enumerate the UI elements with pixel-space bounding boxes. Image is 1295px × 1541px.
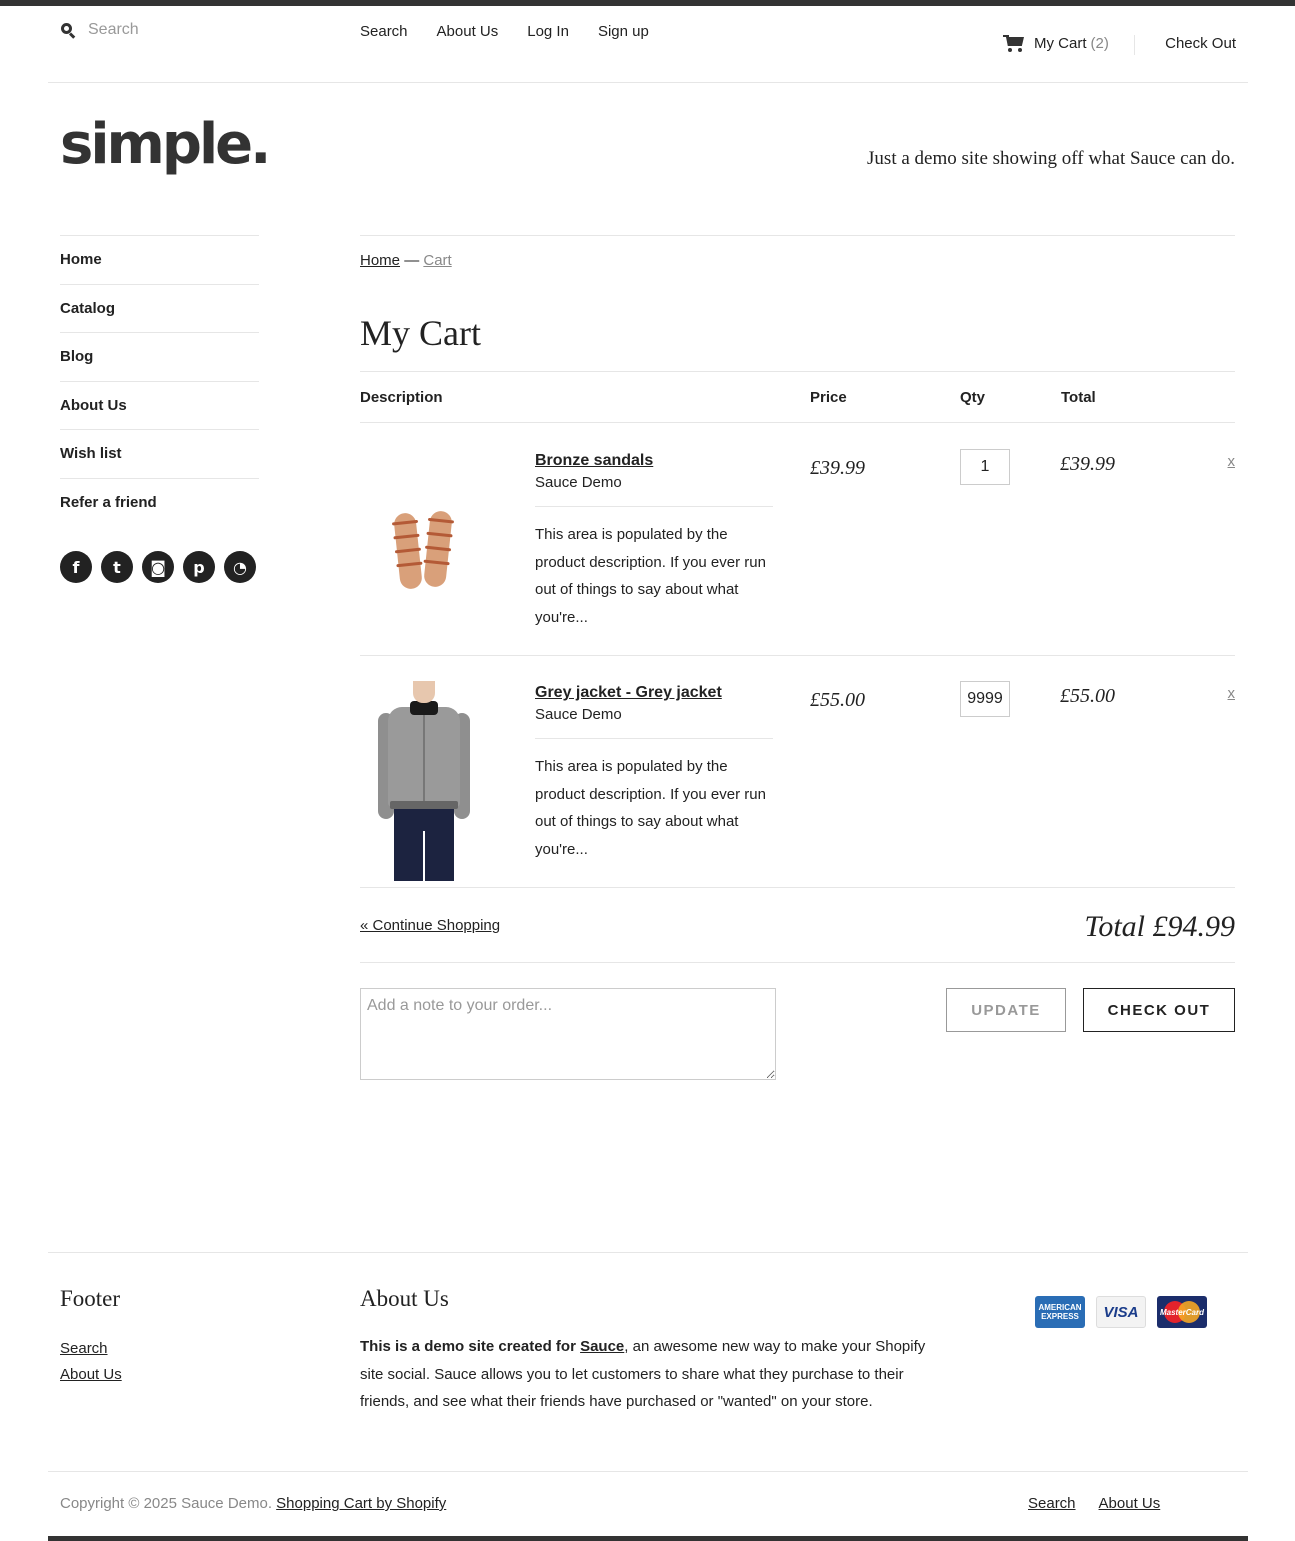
product-divider — [535, 506, 773, 507]
sidebar-item-catalog[interactable]: Catalog — [60, 283, 259, 333]
line-total: £55.00 — [1060, 685, 1115, 707]
copyright-text: Copyright © 2025 Sauce Demo. — [60, 1495, 272, 1512]
sidebar-item-wish-list[interactable]: Wish list — [60, 429, 259, 478]
cart-row: Grey jacket - Grey jacket Sauce Demo Thi… — [360, 656, 1235, 888]
product-description: This area is populated by the product de… — [535, 758, 766, 858]
bottom-links: Search About Us — [1028, 1495, 1160, 1512]
site-logo[interactable]: simple. — [60, 117, 271, 173]
copyright-divider — [48, 1471, 1248, 1472]
bottom-bar — [48, 1536, 1248, 1541]
breadcrumb: Home — Cart — [360, 252, 452, 269]
remove-item-button[interactable]: x — [1228, 685, 1236, 702]
site-tagline: Just a demo site showing off what Sauce … — [867, 148, 1235, 169]
sidebar-item-blog[interactable]: Blog — [60, 332, 259, 381]
mastercard-label: MasterCard — [1159, 1307, 1204, 1317]
top-nav-log-in[interactable]: Log In — [527, 23, 569, 40]
breadcrumb-current[interactable]: Cart — [423, 252, 451, 269]
pinterest-icon[interactable]: p — [183, 551, 215, 583]
copyright: Copyright © 2025 Sauce Demo. Shopping Ca… — [60, 1495, 446, 1512]
line-total: £39.99 — [1060, 453, 1115, 475]
sauce-link[interactable]: Sauce — [580, 1338, 624, 1355]
header-divider — [1134, 35, 1135, 55]
shopify-link[interactable]: Shopping Cart by Shopify — [276, 1495, 446, 1512]
product-description: This area is populated by the product de… — [535, 526, 766, 626]
facebook-icon[interactable]: f — [60, 551, 92, 583]
col-price: Price — [810, 389, 847, 406]
product-vendor: Sauce Demo — [535, 474, 622, 491]
product-image-jacket[interactable] — [360, 681, 485, 881]
mastercard-icon: MasterCard — [1157, 1296, 1207, 1328]
cart-icon — [1003, 35, 1025, 52]
visa-icon: VISA — [1096, 1296, 1146, 1328]
footer-divider — [48, 1252, 1248, 1253]
footer-link-search[interactable]: Search — [60, 1336, 122, 1362]
instagram-icon[interactable]: ◙ — [142, 551, 174, 583]
product-image-sandals[interactable] — [360, 449, 485, 649]
product-name-link[interactable]: Bronze sandals — [535, 452, 653, 470]
my-cart-label: My Cart — [1034, 35, 1087, 52]
social-links: f t ◙ p ◔ — [60, 551, 256, 583]
product-price: £55.00 — [810, 689, 865, 711]
breadcrumb-home[interactable]: Home — [360, 252, 400, 269]
cart-grand-total: Total £94.99 — [1084, 910, 1235, 943]
cart-count: (2) — [1090, 35, 1109, 52]
sidebar-item-about-us[interactable]: About Us — [60, 380, 259, 430]
search-icon[interactable] — [60, 22, 76, 39]
col-total: Total — [1061, 389, 1096, 406]
top-nav-sign-up[interactable]: Sign up — [598, 23, 649, 40]
footer-link-about-us[interactable]: About Us — [60, 1362, 122, 1388]
site-header: Search About Us Log In Sign up My Cart (… — [48, 6, 1248, 83]
checkout-link[interactable]: Check Out — [1165, 35, 1236, 52]
sidebar-item-refer-a-friend[interactable]: Refer a friend — [60, 477, 259, 527]
breadcrumb-separator: — — [404, 252, 420, 269]
col-description: Description — [360, 389, 443, 406]
page-title: My Cart — [360, 313, 481, 353]
my-cart-link[interactable]: My Cart (2) — [1003, 35, 1109, 52]
payment-icons: AMERICAN EXPRESS VISA MasterCard — [1035, 1296, 1207, 1328]
sidebar-item-home[interactable]: Home — [60, 235, 259, 284]
cart-summary: « Continue Shopping Total £94.99 — [360, 888, 1235, 963]
sidebar-nav: Home Catalog Blog About Us Wish list Ref… — [60, 235, 259, 527]
search-input[interactable] — [88, 21, 268, 39]
amex-icon: AMERICAN EXPRESS — [1035, 1296, 1085, 1328]
col-qty: Qty — [960, 389, 986, 406]
top-nav-about-us[interactable]: About Us — [437, 23, 499, 40]
checkout-button[interactable]: CHECK OUT — [1083, 988, 1235, 1032]
footer-about-text: This is a demo site created for Sauce, a… — [360, 1333, 935, 1416]
order-note-field[interactable] — [360, 988, 776, 1080]
bottom-link-search[interactable]: Search — [1028, 1495, 1076, 1512]
product-name-link[interactable]: Grey jacket - Grey jacket — [535, 684, 722, 702]
main-divider — [360, 235, 1235, 236]
about-bold-text: This is a demo site created for — [360, 1338, 581, 1355]
cart-table-header: Description Price Qty Total — [360, 371, 1235, 423]
product-vendor: Sauce Demo — [535, 706, 622, 723]
footer-links: Search About Us — [60, 1336, 122, 1388]
search-form — [60, 21, 268, 39]
update-button[interactable]: UPDATE — [946, 988, 1066, 1032]
rss-icon[interactable]: ◔ — [224, 551, 256, 583]
footer-about-heading: About Us — [360, 1286, 449, 1311]
twitter-icon[interactable]: t — [101, 551, 133, 583]
continue-shopping-link[interactable]: « Continue Shopping — [360, 917, 500, 934]
bottom-link-about-us[interactable]: About Us — [1099, 1495, 1161, 1512]
product-price: £39.99 — [810, 457, 865, 479]
quantity-input[interactable] — [960, 681, 1010, 717]
cart-row: Bronze sandals Sauce Demo This area is p… — [360, 424, 1235, 656]
top-nav: Search About Us Log In Sign up — [360, 23, 649, 40]
quantity-input[interactable] — [960, 449, 1010, 485]
product-divider — [535, 738, 773, 739]
footer-heading: Footer — [60, 1286, 121, 1311]
remove-item-button[interactable]: x — [1228, 453, 1236, 470]
top-nav-search[interactable]: Search — [360, 23, 408, 40]
